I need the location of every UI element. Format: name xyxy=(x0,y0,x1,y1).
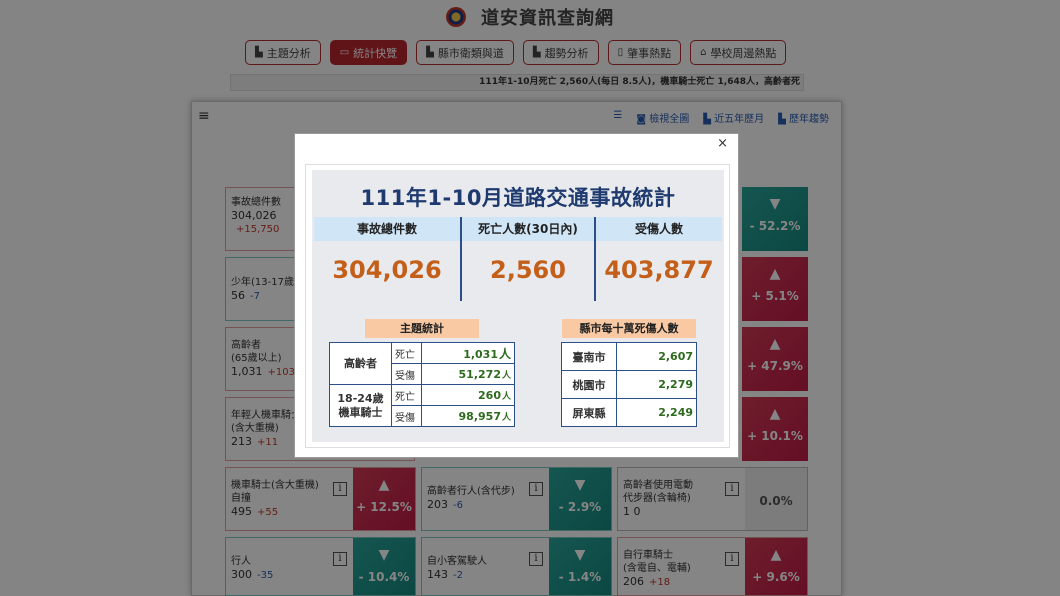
stat-value-injuries: 403,877 xyxy=(604,256,714,284)
table-row: 屏東縣 2,249 xyxy=(561,398,697,427)
city-name: 桃園市 xyxy=(561,370,617,399)
theme-stats-table: 高齡者 死亡 1,031人 受傷 51,272人 18-24歲 機車騎士 死亡 … xyxy=(329,342,515,427)
group-elderly: 高齡者 xyxy=(329,342,392,385)
city-name: 臺南市 xyxy=(561,342,617,371)
city-value: 2,607 xyxy=(616,342,697,371)
city-value: 2,279 xyxy=(616,370,697,399)
row-value: 1,031人 xyxy=(421,342,515,364)
stat-label-injuries: 受傷人數 xyxy=(596,217,722,241)
city-value: 2,249 xyxy=(616,398,697,427)
table-row: 桃園市 2,279 xyxy=(561,370,697,399)
stat-value-deaths: 2,560 xyxy=(490,256,566,284)
row-value: 98,957人 xyxy=(421,405,515,427)
infographic-title: 111年1-10月道路交通事故統計 xyxy=(360,186,676,210)
row-kind: 受傷 xyxy=(391,405,422,427)
table-row: 18-24歲 機車騎士 死亡 260人 xyxy=(329,384,515,427)
city-stats-label: 縣市每十萬死傷人數 xyxy=(562,319,696,338)
theme-stats-label: 主題統計 xyxy=(365,319,479,338)
row-kind: 死亡 xyxy=(391,342,422,364)
row-kind: 死亡 xyxy=(391,384,422,406)
row-value: 260人 xyxy=(421,384,515,406)
city-name: 屏東縣 xyxy=(561,398,617,427)
modal-image-frame: 111年1-10月道路交通事故統計 事故總件數 死亡人數(30日內) 受傷人數 … xyxy=(305,164,730,448)
row-kind: 受傷 xyxy=(391,363,422,385)
close-icon[interactable]: × xyxy=(717,136,728,151)
infographic: 111年1-10月道路交通事故統計 事故總件數 死亡人數(30日內) 受傷人數 … xyxy=(312,170,724,442)
stat-value-accidents: 304,026 xyxy=(332,256,442,284)
city-stats-table: 臺南市 2,607 桃園市 2,279 屏東縣 2,249 xyxy=(561,342,697,427)
stat-label-deaths: 死亡人數(30日內) xyxy=(462,217,594,241)
table-row: 高齡者 死亡 1,031人 xyxy=(329,342,515,385)
stats-modal: × 111年1-10月道路交通事故統計 事故總件數 死亡人數(30日內) 受傷人… xyxy=(294,133,739,458)
row-value: 51,272人 xyxy=(421,363,515,385)
group-young-riders: 18-24歲 機車騎士 xyxy=(329,384,392,427)
stat-label-accidents: 事故總件數 xyxy=(314,217,460,241)
table-row: 臺南市 2,607 xyxy=(561,342,697,371)
